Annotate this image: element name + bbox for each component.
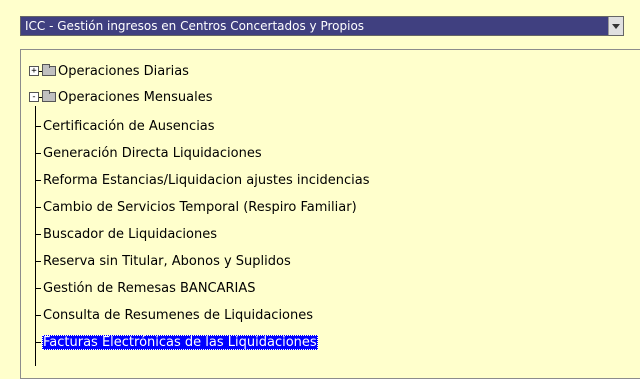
tree-item[interactable]: Consulta de Resumenes de Liquidaciones [35, 305, 314, 325]
tree-item[interactable]: Generación Directa Liquidaciones [35, 143, 263, 163]
tree-item[interactable]: Certificación de Ausencias [35, 116, 216, 136]
application-selector-value: ICC - Gestión ingresos en Centros Concer… [25, 19, 365, 33]
tree-toggle-icon[interactable]: - [29, 92, 39, 102]
menu-tree: + Operaciones Diarias - Operaciones Mens… [20, 49, 640, 379]
cut-off-header [0, 0, 640, 7]
folder-icon [42, 64, 56, 76]
tree-item[interactable]: Reserva sin Titular, Abonos y Suplidos [35, 251, 292, 271]
tree-folder-label: Operaciones Diarias [58, 63, 189, 79]
dropdown-arrow-icon[interactable] [608, 17, 623, 35]
tree-item[interactable]: Gestión de Remesas BANCARIAS [35, 278, 257, 298]
tree-folder-label: Operaciones Mensuales [58, 89, 213, 105]
folder-icon [42, 90, 56, 102]
tree-folder-operaciones-mensuales[interactable]: - Operaciones Mensuales [29, 88, 212, 106]
tree-folder-operaciones-diarias[interactable]: + Operaciones Diarias [29, 62, 189, 80]
tree-item[interactable]: Reforma Estancias/Liquidacion ajustes in… [35, 170, 370, 190]
application-selector[interactable]: ICC - Gestión ingresos en Centros Concer… [20, 16, 624, 36]
tree-toggle-icon[interactable]: + [29, 66, 39, 76]
tree-item[interactable]: Buscador de Liquidaciones [35, 224, 218, 244]
tree-item[interactable]: Cambio de Servicios Temporal (Respiro Fa… [35, 197, 358, 217]
tree-item-selected[interactable]: Facturas Electrónicas de las Liquidacion… [35, 332, 318, 352]
